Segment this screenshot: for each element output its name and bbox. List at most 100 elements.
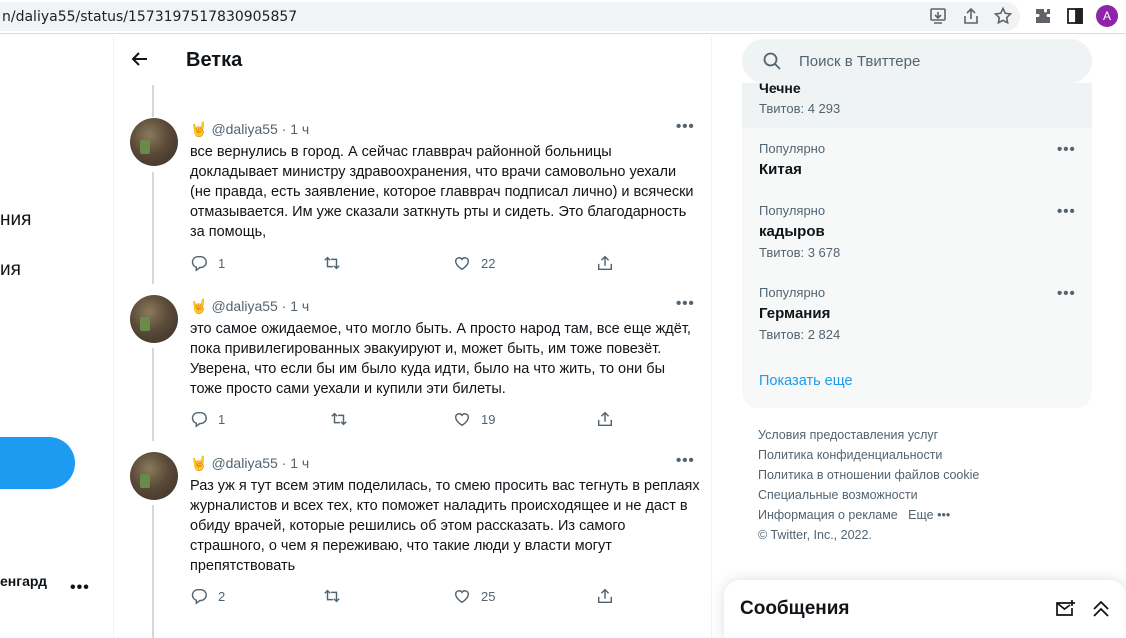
- footer-copyright: © Twitter, Inc., 2022.: [758, 528, 872, 542]
- back-arrow-icon[interactable]: [130, 49, 150, 69]
- new-message-icon[interactable]: [1054, 598, 1076, 620]
- trend-more-icon[interactable]: •••: [1057, 203, 1076, 220]
- footer-more-link[interactable]: Еще •••: [908, 508, 950, 522]
- tweet-time[interactable]: · 1 ч: [282, 121, 310, 137]
- side-panel-icon[interactable]: [1065, 6, 1085, 26]
- address-bar[interactable]: n/daliya55/status/1573197517830905857: [0, 2, 1020, 31]
- tweet-text: Раз уж я тут всем этим поделилась, то см…: [190, 478, 700, 574]
- share-tweet-icon: [597, 411, 613, 427]
- footer-link-ads[interactable]: Информация о рекламе: [758, 508, 898, 522]
- share-button[interactable]: [596, 587, 614, 607]
- more-options-icon[interactable]: •••: [676, 118, 695, 135]
- retweet-icon: [331, 412, 347, 426]
- trend-item[interactable]: Чечне Твитов: 4 293: [742, 83, 1092, 128]
- messages-drawer[interactable]: Сообщения: [724, 580, 1126, 638]
- thread-line: [152, 172, 154, 284]
- trend-more-icon[interactable]: •••: [1057, 285, 1076, 302]
- thread-line: [152, 85, 154, 117]
- reply-icon: [191, 588, 207, 605]
- footer-link-cookies[interactable]: Политика в отношении файлов cookie: [758, 465, 1098, 485]
- collapse-chevrons-icon[interactable]: [1090, 598, 1112, 620]
- footer-link-accessibility[interactable]: Специальные возможности: [758, 485, 1098, 505]
- trend-name[interactable]: Германия: [759, 305, 830, 322]
- reply-count: 2: [218, 588, 226, 604]
- trend-name[interactable]: Китая: [759, 161, 802, 178]
- like-button[interactable]: 19: [453, 410, 495, 430]
- show-more-link[interactable]: Показать еще: [759, 373, 853, 389]
- search-input[interactable]: Поиск в Твиттере: [799, 53, 920, 70]
- account-more-icon[interactable]: •••: [70, 579, 90, 597]
- retweet-button[interactable]: [330, 410, 348, 430]
- bookmark-star-icon[interactable]: [993, 6, 1013, 26]
- trend-category: Популярно: [759, 285, 826, 300]
- avatar[interactable]: [130, 452, 178, 500]
- reply-icon: [191, 411, 207, 428]
- share-tweet-icon: [597, 255, 613, 271]
- more-options-icon[interactable]: •••: [676, 295, 695, 312]
- messages-title: Сообщения: [740, 598, 850, 619]
- heart-icon: [454, 413, 470, 427]
- reply-count: 1: [218, 411, 226, 427]
- trend-more-icon[interactable]: •••: [1057, 141, 1076, 158]
- retweet-button[interactable]: [323, 587, 341, 607]
- right-sidebar: Поиск в Твиттере Чечне Твитов: 4 293 Поп…: [713, 35, 1126, 638]
- trend-count: Твитов: 3 678: [759, 245, 841, 260]
- footer-link-privacy[interactable]: Политика конфиденциальности: [758, 445, 1098, 465]
- footer-link-terms[interactable]: Условия предоставления услуг: [758, 425, 1098, 445]
- like-button[interactable]: 25: [453, 587, 495, 607]
- user-handle[interactable]: @daliya55: [211, 455, 277, 471]
- extensions-icon[interactable]: [1033, 6, 1053, 26]
- avatar[interactable]: [130, 118, 178, 166]
- url-text[interactable]: n/daliya55/status/1573197517830905857: [2, 9, 297, 25]
- user-emoji: 🤘: [190, 455, 208, 471]
- trend-name: Чечне: [759, 83, 801, 96]
- nav-item-messages[interactable]: ия: [0, 259, 21, 281]
- nav-item-notifications[interactable]: ния: [0, 209, 31, 231]
- browser-toolbar: n/daliya55/status/1573197517830905857 A: [0, 0, 1126, 34]
- trend-count: Твитов: 4 293: [759, 101, 841, 116]
- tweet-text: это самое ожидаемое, что могло быть. А п…: [190, 321, 691, 397]
- tweet-actions: 1 19: [190, 410, 630, 430]
- more-options-icon[interactable]: •••: [676, 452, 695, 469]
- trend-name[interactable]: кадыров: [759, 223, 825, 240]
- thread-line: [152, 348, 154, 441]
- user-handle[interactable]: @daliya55: [211, 298, 277, 314]
- tweet-header: 🤘 @daliya55 · 1 ч: [190, 298, 309, 315]
- tweet-actions: 2 25: [190, 587, 630, 607]
- retweet-icon: [324, 589, 340, 603]
- like-count: 22: [481, 255, 496, 271]
- thread-line: [152, 505, 154, 638]
- reply-button[interactable]: 1: [190, 254, 225, 274]
- tweet[interactable]: 🤘 @daliya55 · 1 ч ••• Раз уж я тут всем э…: [114, 452, 711, 612]
- trends-panel: Чечне Твитов: 4 293 Популярно Китая ••• …: [742, 83, 1092, 408]
- tweet[interactable]: 🤘 @daliya55 · 1 ч ••• все вернулись в гор…: [114, 118, 711, 283]
- share-button[interactable]: [596, 254, 614, 274]
- tweet-time[interactable]: · 1 ч: [282, 298, 310, 314]
- share-tweet-icon: [597, 588, 613, 604]
- thread-header: Ветка: [114, 35, 711, 85]
- like-count: 25: [481, 588, 496, 604]
- retweet-button[interactable]: [323, 254, 341, 274]
- profile-avatar[interactable]: A: [1096, 5, 1118, 27]
- tweet-header: 🤘 @daliya55 · 1 ч: [190, 455, 309, 472]
- account-name[interactable]: енгард: [0, 573, 47, 589]
- reply-count: 1: [218, 255, 226, 271]
- install-app-icon[interactable]: [928, 6, 948, 26]
- reply-button[interactable]: 1: [190, 410, 225, 430]
- tweet[interactable]: 🤘 @daliya55 · 1 ч ••• это самое ожидаемое…: [114, 295, 711, 435]
- trend-category: Популярно: [759, 203, 826, 218]
- like-button[interactable]: 22: [453, 254, 495, 274]
- user-emoji: 🤘: [190, 298, 208, 314]
- share-button[interactable]: [596, 410, 614, 430]
- search-box[interactable]: Поиск в Твиттере: [742, 39, 1092, 83]
- share-icon[interactable]: [961, 6, 981, 26]
- tweet-text: все вернулись в город. А сейчас главврач…: [190, 144, 694, 240]
- tweet-time[interactable]: · 1 ч: [282, 455, 310, 471]
- retweet-icon: [324, 256, 340, 270]
- avatar[interactable]: [130, 295, 178, 343]
- trend-count: Твитов: 2 824: [759, 327, 841, 342]
- reply-button[interactable]: 2: [190, 587, 225, 607]
- user-handle[interactable]: @daliya55: [211, 121, 277, 137]
- tweet-button[interactable]: [0, 437, 75, 489]
- heart-icon: [454, 590, 470, 604]
